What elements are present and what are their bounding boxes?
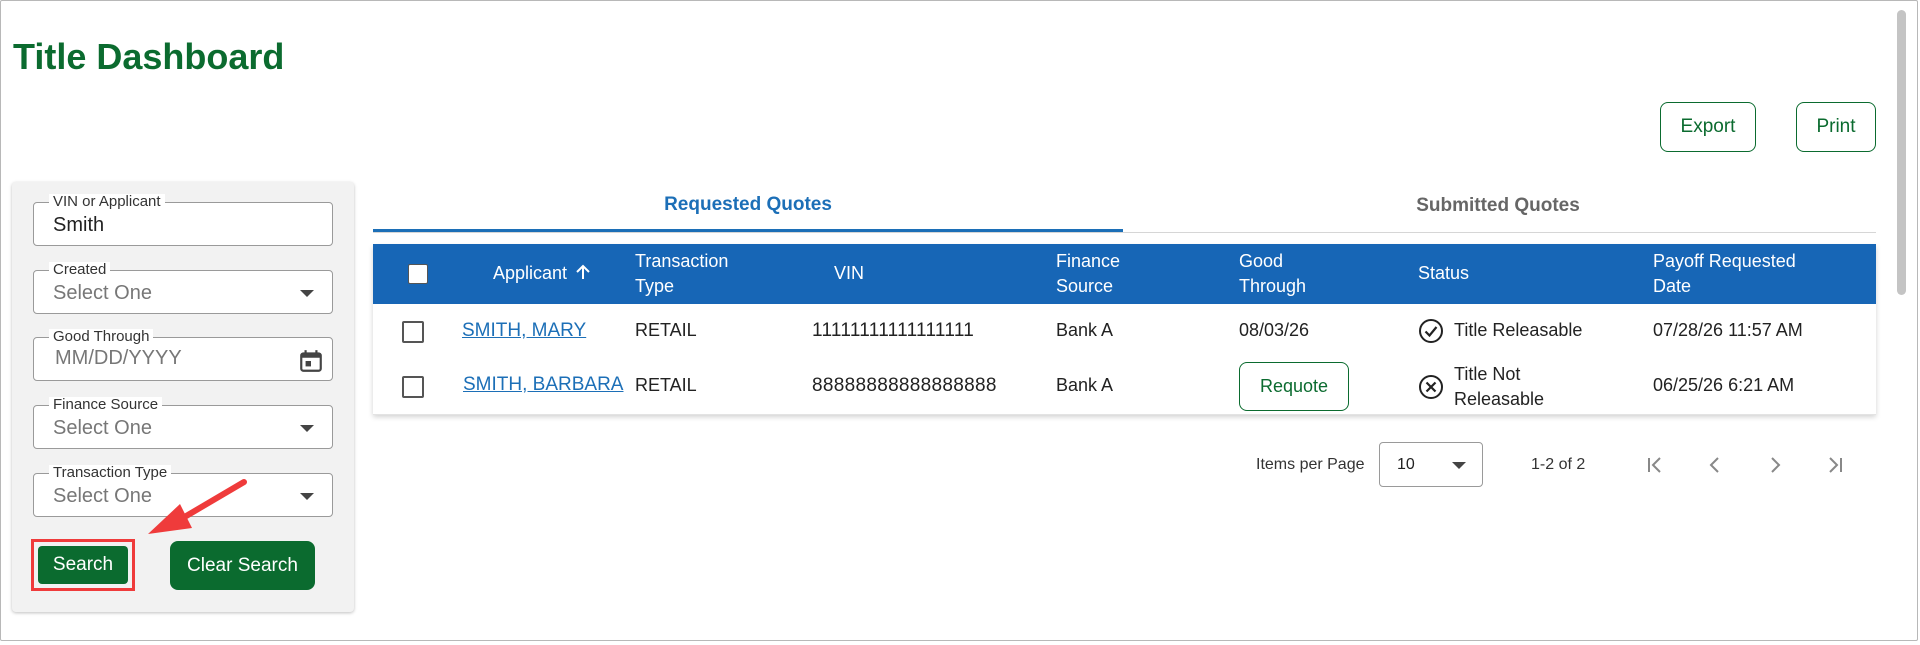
column-header-transaction-type[interactable]: Transaction Type [635,249,728,299]
header-line: Source [1056,276,1114,296]
column-header-applicant[interactable]: Applicant [493,261,590,286]
finance-source-cell: Bank A [1056,320,1114,340]
applicant-link[interactable]: SMITH, BARBARA [463,374,623,396]
page-range: 1-2 of 2 [1531,456,1586,473]
vin-applicant-field[interactable]: VIN or Applicant Smith [33,194,333,246]
chevron-down-icon [300,493,314,500]
chevron-down-icon [1452,462,1466,469]
filter-panel: VIN or Applicant Smith Created Select On… [12,182,354,612]
vin-applicant-value[interactable]: Smith [53,214,104,237]
quote-tabs: Requested Quotes Submitted Quotes [373,180,1876,233]
column-header-vin[interactable]: VIN [834,261,864,286]
column-header-status[interactable]: Status [1418,261,1469,286]
table-row: SMITH, MARY RETAIL 11111111111111111 Ban… [373,304,1876,360]
finance-source-value: Select One [53,417,152,439]
quotes-table: Applicant Transaction Type VIN Finance S… [373,244,1876,415]
x-circle-icon [1419,375,1443,399]
transaction-type-cell: RETAIL [635,375,697,395]
good-through-cell: 08/03/26 [1239,320,1310,340]
good-through-label: Good Through [49,329,154,345]
next-page-icon[interactable] [1762,452,1788,478]
vertical-scrollbar[interactable] [1897,10,1906,295]
header-line: Finance [1056,251,1121,271]
applicant-link[interactable]: SMITH, MARY [462,320,586,342]
header-line: Transaction [635,251,729,271]
good-through-input[interactable] [53,346,297,371]
page-title: Title Dashboard [13,36,285,77]
column-header-applicant-label: Applicant [493,263,568,283]
row-checkbox[interactable] [402,321,424,343]
last-page-icon[interactable] [1822,452,1848,478]
row-checkbox[interactable] [402,376,424,398]
status-line: Releasable [1454,389,1545,409]
payoff-date-cell: 06/25/26 6:21 AM [1653,375,1795,395]
header-line: Payoff Requested [1653,251,1796,271]
column-header-payoff-date[interactable]: Payoff Requested Date [1653,249,1796,299]
export-button[interactable]: Export [1660,102,1756,152]
header-line: Good [1239,251,1284,271]
requote-button[interactable]: Requote [1239,362,1349,411]
good-through-field[interactable]: Good Through [33,329,333,381]
first-page-icon[interactable] [1642,452,1668,478]
created-value: Select One [53,282,152,304]
finance-source-cell: Bank A [1056,375,1114,395]
calendar-icon[interactable] [298,348,324,374]
status-text: Title Not Releasable [1454,362,1544,412]
items-per-page-select[interactable]: 10 [1379,442,1483,487]
payoff-date-cell: 07/28/26 11:57 AM [1653,320,1803,340]
top-actions: Export Print [1660,102,1876,152]
pagination: Items per Page 10 1-2 of 2 [0,442,1920,488]
header-line: Date [1653,276,1692,296]
status-line: Title Not [1454,364,1521,384]
transaction-type-cell: RETAIL [635,320,697,340]
table-header: Applicant Transaction Type VIN Finance S… [373,244,1876,304]
vin-applicant-label: VIN or Applicant [49,194,165,210]
created-select[interactable]: Created Select One [33,262,333,314]
items-per-page-value: 10 [1397,456,1415,473]
status-text: Title Releasable [1454,320,1583,340]
select-all-checkbox[interactable] [408,264,428,284]
header-line: Type [635,276,675,296]
vin-cell: 88888888888888888 [812,375,997,396]
tab-requested-quotes[interactable]: Requested Quotes [373,180,1123,232]
created-label: Created [49,262,111,278]
chevron-down-icon [300,290,314,297]
items-per-page-label: Items per Page [1256,456,1365,473]
check-circle-icon [1419,319,1443,343]
clear-search-button[interactable]: Clear Search [170,541,315,590]
search-button[interactable]: Search [38,546,128,584]
column-header-finance-source[interactable]: Finance Source [1056,249,1120,299]
transaction-type-value: Select One [53,485,152,507]
chevron-down-icon [300,425,314,432]
finance-source-label: Finance Source [49,397,163,413]
search-button-highlight: Search [31,539,135,591]
print-button[interactable]: Print [1796,102,1876,152]
previous-page-icon[interactable] [1702,452,1728,478]
vin-cell: 11111111111111111 [812,320,975,341]
column-header-good-through[interactable]: Good Through [1239,249,1306,299]
table-row: SMITH, BARBARA RETAIL 88888888888888888 … [373,359,1876,415]
header-line: Through [1239,276,1307,296]
tab-submitted-quotes[interactable]: Submitted Quotes [1123,180,1873,232]
arrow-up-icon [576,264,590,279]
